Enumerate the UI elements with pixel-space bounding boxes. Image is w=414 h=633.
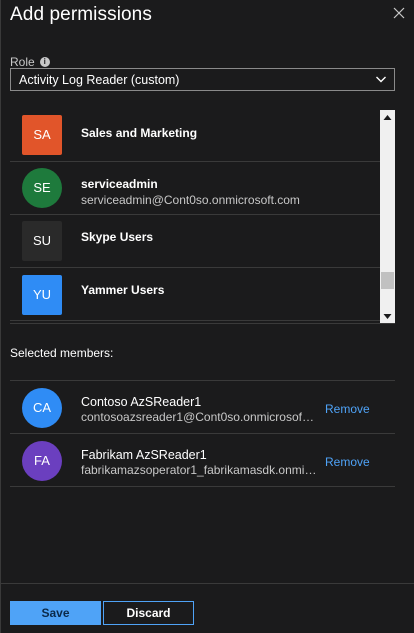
- panel-footer: Save Discard: [1, 583, 414, 633]
- list-scrollbar[interactable]: [380, 110, 395, 323]
- remove-button[interactable]: Remove: [325, 455, 370, 469]
- scroll-up-button[interactable]: [380, 110, 395, 125]
- list-item-email: serviceadmin@Cont0so.onmicrosoft.com: [81, 193, 300, 207]
- add-permissions-panel: Add permissions Role i Activity Log Read…: [0, 0, 414, 633]
- scroll-down-button[interactable]: [380, 309, 395, 323]
- selected-member-email: contosoazsreader1@Cont0so.onmicrosoft.co…: [81, 410, 317, 424]
- list-item-name: serviceadmin: [81, 177, 158, 191]
- list-item-yammer-users[interactable]: YU Yammer Users: [10, 268, 380, 321]
- chevron-down-icon: [376, 76, 386, 83]
- save-button[interactable]: Save: [10, 601, 101, 625]
- chevron-up-icon: [383, 115, 392, 120]
- close-button[interactable]: [389, 3, 409, 23]
- selected-members-list: CA Contoso AzSReader1 contosoazsreader1@…: [10, 380, 395, 487]
- avatar: SA: [22, 115, 62, 155]
- avatar: YU: [22, 275, 62, 315]
- selected-member-contoso: CA Contoso AzSReader1 contosoazsreader1@…: [10, 381, 395, 434]
- selected-member-fabrikam: FA Fabrikam AzSReader1 fabrikamazsoperat…: [10, 434, 395, 487]
- list-item-name: Yammer Users: [81, 283, 165, 297]
- role-dropdown[interactable]: Activity Log Reader (custom): [10, 68, 395, 91]
- remove-button[interactable]: Remove: [325, 402, 370, 416]
- role-selected-value: Activity Log Reader (custom): [19, 73, 180, 87]
- list-item-skype-users[interactable]: SU Skype Users: [10, 215, 380, 268]
- chevron-down-icon: [383, 314, 392, 319]
- panel-title: Add permissions: [10, 4, 152, 25]
- list-item-sales-and-marketing[interactable]: SA Sales and Marketing: [10, 110, 380, 162]
- members-list-items: SA Sales and Marketing SE serviceadmin s…: [10, 110, 380, 321]
- discard-button[interactable]: Discard: [103, 601, 194, 625]
- info-icon[interactable]: i: [39, 57, 50, 67]
- members-list[interactable]: SA Sales and Marketing SE serviceadmin s…: [10, 110, 395, 324]
- avatar: SU: [22, 221, 62, 261]
- avatar: SE: [22, 168, 62, 208]
- close-icon: [393, 7, 405, 19]
- selected-members-label: Selected members:: [10, 346, 114, 360]
- avatar: FA: [22, 441, 62, 481]
- avatar: CA: [22, 388, 62, 428]
- list-item-serviceadmin[interactable]: SE serviceadmin serviceadmin@Cont0so.onm…: [10, 162, 380, 215]
- scroll-thumb[interactable]: [381, 272, 394, 289]
- panel-header: Add permissions: [1, 0, 414, 32]
- selected-member-name: Fabrikam AzSReader1: [81, 448, 207, 462]
- selected-member-email: fabrikamazsoperator1_fabrikamasdk.onmicr…: [81, 463, 317, 477]
- selected-member-name: Contoso AzSReader1: [81, 395, 202, 409]
- role-label-group: Role i: [10, 55, 50, 69]
- list-item-name: Skype Users: [81, 230, 154, 244]
- list-item-name: Sales and Marketing: [81, 126, 198, 140]
- role-label: Role: [10, 55, 35, 69]
